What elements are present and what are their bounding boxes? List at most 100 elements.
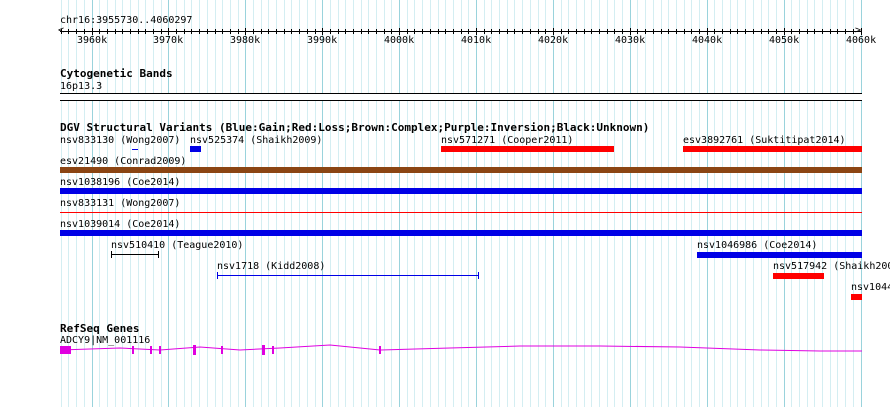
grid-line-minor bbox=[737, 0, 738, 407]
ruler-tick bbox=[607, 29, 608, 34]
variant-feature[interactable] bbox=[132, 149, 138, 150]
ruler-tick bbox=[199, 29, 200, 34]
grid-line-minor bbox=[668, 0, 669, 407]
variant-feature[interactable] bbox=[111, 254, 159, 255]
variant-end-cap bbox=[478, 272, 479, 279]
ruler-tick bbox=[238, 29, 239, 34]
grid-line-major bbox=[553, 0, 554, 407]
ruler-tick bbox=[430, 29, 431, 34]
variant-feature[interactable] bbox=[851, 294, 862, 300]
gene-exon bbox=[272, 346, 274, 354]
ruler-tick bbox=[361, 29, 362, 34]
ruler-tick bbox=[653, 29, 654, 34]
grid-line-minor bbox=[584, 0, 585, 407]
ruler-tick bbox=[76, 29, 77, 34]
ruler-tick bbox=[691, 29, 692, 34]
ruler-tick bbox=[737, 29, 738, 34]
grid-line-minor bbox=[238, 0, 239, 407]
variant-feature[interactable] bbox=[217, 275, 479, 276]
dgv-track-title: DGV Structural Variants (Blue:Gain;Red:L… bbox=[60, 121, 650, 134]
ruler-tick bbox=[807, 29, 808, 34]
grid-line-minor bbox=[768, 0, 769, 407]
cytoband-label: 16p13.3 bbox=[60, 81, 103, 92]
ruler-tick bbox=[176, 29, 177, 34]
genome-browser-panel: chr16:3955730..4060297 < > 3960k3970k398… bbox=[0, 0, 890, 407]
variant-feature[interactable] bbox=[190, 146, 201, 152]
ruler-tick bbox=[407, 29, 408, 34]
grid-line-minor bbox=[653, 0, 654, 407]
cytoband-bar[interactable] bbox=[60, 93, 862, 101]
grid-line-minor bbox=[330, 0, 331, 407]
ruler-tick bbox=[591, 29, 592, 34]
ruler-tick bbox=[322, 28, 323, 35]
ruler-tick bbox=[130, 29, 131, 34]
ruler-tick bbox=[514, 29, 515, 34]
variant-feature[interactable] bbox=[697, 252, 862, 258]
ruler-tick bbox=[837, 29, 838, 34]
ruler-tick bbox=[476, 28, 477, 35]
grid-line-minor bbox=[607, 0, 608, 407]
ruler-tick bbox=[368, 29, 369, 34]
variant-feature[interactable] bbox=[773, 273, 824, 279]
grid-line-minor bbox=[484, 0, 485, 407]
grid-line-minor bbox=[391, 0, 392, 407]
variant-feature[interactable] bbox=[60, 167, 862, 173]
ruler-tick bbox=[599, 29, 600, 34]
ruler-tick bbox=[822, 29, 823, 34]
grid-line-minor bbox=[191, 0, 192, 407]
ruler-tick-label: 3980k bbox=[230, 35, 261, 46]
ruler-tick bbox=[561, 29, 562, 34]
variant-feature[interactable] bbox=[683, 146, 862, 152]
grid-line-minor bbox=[799, 0, 800, 407]
ruler-tick bbox=[730, 29, 731, 34]
ruler-tick bbox=[468, 29, 469, 34]
grid-line-minor bbox=[722, 0, 723, 407]
grid-line-minor bbox=[530, 0, 531, 407]
grid-line-major bbox=[476, 0, 477, 407]
grid-line-minor bbox=[199, 0, 200, 407]
grid-line-minor bbox=[222, 0, 223, 407]
ruler-tick bbox=[99, 29, 100, 34]
ruler-tick bbox=[399, 28, 400, 35]
grid-line-minor bbox=[753, 0, 754, 407]
ruler-tick bbox=[707, 28, 708, 35]
variant-label: nsv833131 (Wong2007) bbox=[60, 198, 181, 209]
grid-line-minor bbox=[761, 0, 762, 407]
ruler-tick bbox=[338, 29, 339, 34]
ruler-tick bbox=[676, 29, 677, 34]
ruler-tick bbox=[153, 29, 154, 34]
ruler-tick bbox=[791, 29, 792, 34]
grid-line-minor bbox=[345, 0, 346, 407]
grid-line-minor bbox=[384, 0, 385, 407]
ruler-tick bbox=[299, 29, 300, 34]
ruler-tick bbox=[630, 28, 631, 35]
gene-exon bbox=[193, 345, 196, 355]
variant-end-cap bbox=[217, 272, 218, 279]
grid-line-minor bbox=[514, 0, 515, 407]
ruler-tick bbox=[315, 29, 316, 34]
grid-line-major bbox=[707, 0, 708, 407]
ruler-tick bbox=[491, 29, 492, 34]
ruler-tick bbox=[61, 29, 62, 34]
ruler-tick bbox=[138, 29, 139, 34]
cytoband-track-title: Cytogenetic Bands bbox=[60, 67, 173, 80]
grid-line-major bbox=[322, 0, 323, 407]
ruler-tick-label: 4060k bbox=[846, 35, 877, 46]
gene-exon bbox=[379, 346, 381, 354]
variant-feature[interactable] bbox=[60, 212, 862, 213]
grid-line-minor bbox=[445, 0, 446, 407]
grid-line-minor bbox=[691, 0, 692, 407]
ruler-tick bbox=[422, 29, 423, 34]
variant-feature[interactable] bbox=[441, 146, 614, 152]
grid-line-minor bbox=[284, 0, 285, 407]
variant-feature[interactable] bbox=[60, 230, 862, 236]
ruler-tick bbox=[115, 29, 116, 34]
ruler-tick-label: 4050k bbox=[769, 35, 800, 46]
grid-line-minor bbox=[591, 0, 592, 407]
variant-feature[interactable] bbox=[60, 188, 862, 194]
ruler-tick bbox=[253, 29, 254, 34]
grid-line-minor bbox=[491, 0, 492, 407]
ruler-tick bbox=[622, 29, 623, 34]
grid-line-minor bbox=[614, 0, 615, 407]
grid-line-minor bbox=[184, 0, 185, 407]
